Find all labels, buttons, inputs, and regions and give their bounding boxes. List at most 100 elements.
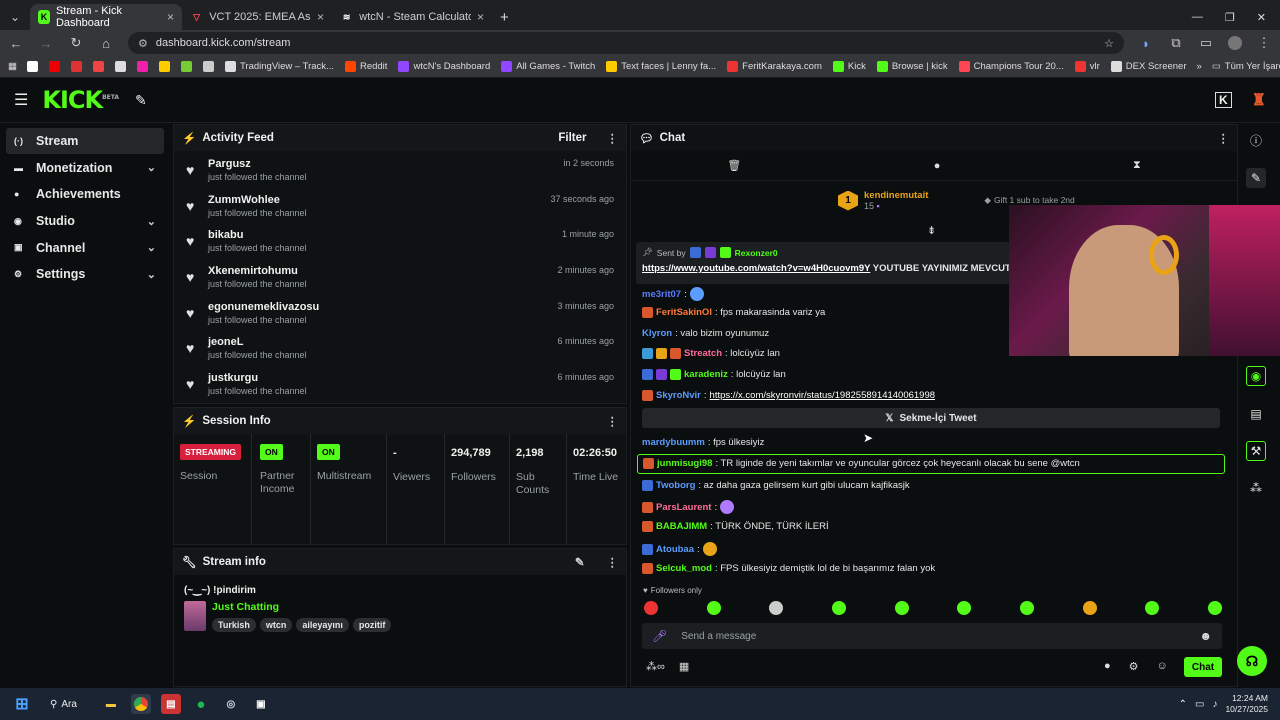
network-icon[interactable]: ▭ <box>1195 699 1204 710</box>
close-tab-icon[interactable]: × <box>317 10 324 24</box>
bookmark-item[interactable] <box>180 61 192 72</box>
support-headset-icon[interactable]: ☊ <box>1237 646 1267 676</box>
tray-up-icon[interactable]: ⌃ <box>1179 699 1187 710</box>
bookmark-item[interactable]: vlr <box>1074 61 1100 72</box>
microphone-icon[interactable]: 🎤︎ <box>652 629 667 643</box>
tweet-link[interactable]: https://x.com/skyronvir/status/198255891… <box>710 390 936 401</box>
tab-vct[interactable]: ▽ VCT 2025: EMEA Ascension: Bra × <box>182 4 332 30</box>
emote-icon[interactable] <box>894 601 909 615</box>
emote-icon[interactable] <box>644 601 658 615</box>
site-info-icon[interactable]: ⚙ <box>138 37 148 50</box>
activity-menu-icon[interactable]: ⋮ <box>607 131 619 145</box>
bookmark-item[interactable]: Browse | kick <box>876 61 948 72</box>
bookmark-item[interactable] <box>48 61 60 72</box>
extension-icon[interactable]: ◗ <box>1138 36 1154 51</box>
trash-tab-icon[interactable]: 🗑︎ <box>727 159 741 172</box>
extensions-puzzle-icon[interactable]: ⧉ <box>1168 35 1184 51</box>
chat-username[interactable]: Klyron <box>642 328 672 339</box>
chevron-down-icon[interactable]: ⌄ <box>147 215 156 228</box>
hamburger-menu-icon[interactable]: ☰ <box>14 90 28 110</box>
top-gifter-name[interactable]: kendinemutait <box>864 190 928 201</box>
emote-icon[interactable] <box>1145 601 1160 615</box>
follower-name[interactable]: Xkenemirtohumu <box>208 265 307 277</box>
chat-username[interactable]: SkyroNvir <box>656 390 701 401</box>
collapse-arrow-icon[interactable]: ⇟ <box>927 224 936 237</box>
bookmark-item[interactable]: Text faces | Lenny fa... <box>606 61 716 72</box>
bookmark-item[interactable] <box>136 61 148 72</box>
chrome-icon[interactable] <box>130 694 151 714</box>
all-bookmarks-button[interactable]: ▭ Tüm Yer İşaretleri <box>1212 61 1280 72</box>
chevron-down-icon[interactable]: ⌄ <box>147 161 156 174</box>
minimize-icon[interactable]: — <box>1192 11 1203 23</box>
steam-icon[interactable]: ◎ <box>221 694 241 714</box>
messages-tab-icon[interactable]: ● <box>934 160 941 172</box>
emote-icon[interactable] <box>706 601 721 615</box>
stream-tag[interactable]: wtcn <box>259 618 293 632</box>
follower-name[interactable]: justkurgu <box>208 372 307 384</box>
forward-icon[interactable]: → <box>38 36 54 51</box>
category-thumbnail[interactable] <box>184 601 206 631</box>
emote-icon[interactable] <box>831 601 846 615</box>
copy-icon[interactable]: ▤ <box>1246 404 1266 424</box>
pen-tool-icon[interactable]: ✎ <box>135 92 147 109</box>
store-icon[interactable]: ▦ <box>679 660 689 673</box>
volume-icon[interactable]: ♪ <box>1212 699 1217 710</box>
user-avatar[interactable]: ♜ <box>1252 90 1266 110</box>
sidebar-item-achievements[interactable]: ● Achievements <box>6 181 164 207</box>
back-icon[interactable]: ← <box>8 36 24 51</box>
send-chat-button[interactable]: Chat <box>1184 657 1222 677</box>
partner-income-toggle[interactable]: ON <box>260 444 283 460</box>
tweet-embed-button[interactable]: 𝕏 Sekme-İçi Tweet <box>642 408 1220 428</box>
sidebar-icon[interactable]: ▭ <box>1198 35 1214 51</box>
spotify-icon[interactable]: ● <box>191 694 211 714</box>
stream-tag[interactable]: Turkish <box>212 618 256 632</box>
chat-username[interactable]: mardybuumm <box>642 437 705 448</box>
multistream-toggle[interactable]: ON <box>317 444 340 460</box>
bookmark-item[interactable] <box>26 61 38 72</box>
chat-username[interactable]: ParsLaurent <box>656 502 711 513</box>
stream-tag[interactable]: aileyayını <box>296 618 349 632</box>
follower-name[interactable]: jeoneL <box>208 336 307 348</box>
windows-start-icon[interactable]: ⊞ <box>12 694 32 714</box>
follower-name[interactable]: egonunemeklivazosu <box>208 301 319 313</box>
emote-icon[interactable] <box>1207 601 1222 615</box>
edit-pencil-icon[interactable]: ✎ <box>575 555 585 569</box>
kick-mark-icon[interactable]: K <box>1214 92 1232 108</box>
sidebar-item-stream[interactable]: (·) Stream <box>6 128 164 154</box>
follower-name[interactable]: Pargusz <box>208 158 307 170</box>
apps-grid-icon[interactable]: ▦ <box>8 61 17 72</box>
bookmark-item[interactable]: Reddit <box>344 61 387 72</box>
stream-tag[interactable]: pozitif <box>352 618 392 632</box>
bookmark-item[interactable] <box>70 61 82 72</box>
bookmark-item[interactable]: TradingView – Track... <box>224 61 334 72</box>
close-tab-icon[interactable]: × <box>167 10 174 24</box>
home-icon[interactable]: ⌂ <box>98 36 114 51</box>
chevron-down-icon[interactable]: ⌄ <box>147 268 156 281</box>
more-bookmarks-button[interactable]: » <box>1197 61 1202 72</box>
hourglass-tab-icon[interactable]: ⧗ <box>1133 159 1141 172</box>
tab-search-icon[interactable]: ⌄ <box>0 4 30 30</box>
follower-name[interactable]: ZummWohlee <box>208 194 307 206</box>
chat-username[interactable]: karadeniz <box>684 369 728 380</box>
url-bar[interactable]: ⚙ dashboard.kick.com/stream ☆ <box>128 32 1124 54</box>
chat-bubble-icon[interactable]: ● <box>1104 660 1111 673</box>
edit-icon[interactable]: ✎ <box>1246 168 1266 188</box>
chevron-down-icon[interactable]: ⌄ <box>147 241 156 254</box>
clock[interactable]: 12:24 AM 10/27/2025 <box>1225 693 1268 715</box>
filter-button[interactable]: Filter <box>558 132 586 144</box>
tab-steam-calc[interactable]: ≋ wtcN - Steam Calculator - 7656 × <box>332 4 492 30</box>
sidebar-item-studio[interactable]: ◉ Studio ⌄ <box>6 208 164 234</box>
apps-icon[interactable]: ⁂ <box>1246 478 1266 498</box>
chat-username[interactable]: Selcuk_mod <box>656 563 712 574</box>
emoji-picker-icon[interactable]: ☻ <box>1199 629 1212 643</box>
bookmark-item[interactable] <box>92 61 104 72</box>
bookmark-item[interactable]: wtcN's Dashboard <box>398 61 490 72</box>
profile-avatar[interactable] <box>1228 36 1242 50</box>
bookmark-item[interactable] <box>114 61 126 72</box>
chat-menu-icon[interactable]: ⋮ <box>1218 131 1230 145</box>
chat-input[interactable]: 🎤︎ Send a message ☻ <box>642 623 1222 649</box>
obs-icon[interactable]: ▣ <box>251 694 271 714</box>
bookmark-item[interactable]: DEX Screener <box>1110 61 1187 72</box>
bookmark-item[interactable] <box>158 61 170 72</box>
emote-icon[interactable] <box>1082 601 1097 615</box>
